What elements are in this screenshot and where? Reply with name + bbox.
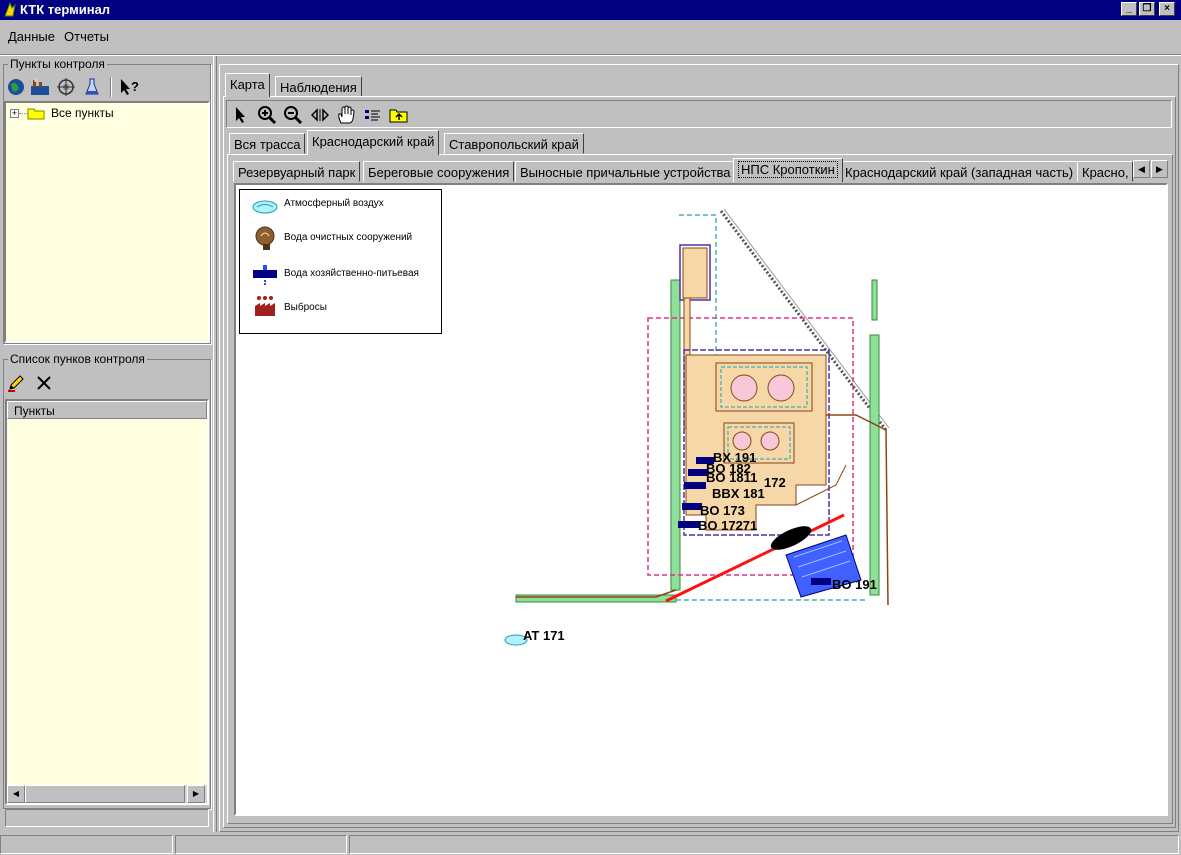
list-title: Список пунков контроля	[8, 352, 147, 366]
emissions-icon	[254, 294, 276, 321]
list-column-header[interactable]: Пункты	[7, 401, 207, 419]
help-cursor-icon[interactable]: ?	[118, 76, 140, 98]
folder-icon	[27, 106, 45, 123]
treated-water-icon	[254, 226, 276, 255]
window-title: КТК терминал	[20, 2, 111, 17]
globe-icon[interactable]	[5, 76, 27, 98]
air-icon	[252, 199, 278, 218]
tabs-scroll-left[interactable]: ◀	[1133, 160, 1150, 178]
map-label-bo173[interactable]: BO 173	[700, 503, 745, 518]
tab-offshore-mooring[interactable]: Выносные причальные устройства	[515, 161, 736, 182]
scroll-left-button[interactable]: ◀	[7, 785, 25, 803]
close-button[interactable]: ×	[1159, 2, 1175, 16]
restore-button[interactable]: ❐	[1139, 2, 1155, 16]
toolbar-separator	[110, 77, 112, 97]
map-label-at171[interactable]: AT 171	[523, 628, 565, 643]
map-label-bo1811[interactable]: BO 1811	[706, 470, 757, 485]
svg-text:?: ?	[131, 79, 139, 94]
map-label-bo17271[interactable]: BO 17271	[698, 518, 757, 533]
pan-arrows-icon[interactable]	[309, 104, 331, 126]
left-status-box	[5, 809, 209, 827]
title-bar: КТК терминал _ ❐ ×	[0, 0, 1181, 20]
tab-coastal-facilities[interactable]: Береговые сооружения	[363, 161, 515, 182]
status-panel-1	[0, 835, 173, 854]
legend-air: Атмосферный воздух	[284, 198, 384, 209]
map-legend: Атмосферный воздух Вода очистных сооруже…	[239, 189, 442, 334]
tab-observations[interactable]: Наблюдения	[275, 76, 362, 97]
tabs-scroll-right[interactable]: ▶	[1151, 160, 1168, 178]
menu-divider	[0, 54, 1181, 56]
drinking-water-icon	[252, 262, 278, 289]
legend-treated-water: Вода очистных сооружений	[284, 232, 413, 243]
tab-map[interactable]: Карта	[225, 73, 270, 97]
tab-krasnodar-region[interactable]: Краснодарский край	[307, 130, 440, 155]
delete-x-icon[interactable]	[33, 372, 55, 394]
menu-reports[interactable]: Отчеты	[64, 29, 109, 44]
points-list[interactable]: Пункты ◀ ▶	[5, 399, 209, 805]
tree-root-label[interactable]: Все пункты	[51, 106, 114, 120]
minimize-button[interactable]: _	[1121, 2, 1137, 16]
zoom-in-icon[interactable]	[256, 104, 278, 126]
menu-data[interactable]: Данные	[8, 29, 55, 44]
list-column-label: Пункты	[14, 404, 55, 418]
hand-icon[interactable]	[335, 104, 357, 126]
flask-icon[interactable]	[81, 76, 103, 98]
control-points-tree[interactable]: + Все пункты	[4, 101, 210, 343]
tab-krasnodar-more[interactable]: Красно,	[1077, 161, 1133, 182]
tab-kropotkin-station[interactable]: НПС Кропоткин	[733, 158, 843, 182]
folder-up-icon[interactable]	[388, 104, 410, 126]
map-label-bbx181[interactable]: BBX 181	[712, 486, 765, 501]
map-label-172[interactable]: 172	[764, 475, 786, 490]
tree-connector	[19, 113, 27, 114]
tab-krasnodar-west[interactable]: Краснодарский край (западная часть)	[840, 161, 1079, 182]
vertical-splitter[interactable]	[213, 56, 217, 832]
tab-entire-route[interactable]: Вся трасса	[229, 133, 306, 154]
legend-emissions: Выбросы	[284, 302, 327, 313]
factory-icon[interactable]	[29, 76, 51, 98]
status-panel-3	[349, 835, 1179, 854]
tab-stavropol-region[interactable]: Ставропольский край	[444, 133, 584, 154]
legend-drinking-water: Вода хозяйственно-питьевая	[284, 268, 419, 279]
control-points-title: Пункты контроля	[8, 57, 107, 71]
expand-icon[interactable]: +	[10, 109, 19, 118]
pointer-icon[interactable]	[230, 104, 252, 126]
status-panel-2	[175, 835, 347, 854]
map-label-bo191[interactable]: BO 191	[832, 577, 877, 592]
zoom-out-icon[interactable]	[282, 104, 304, 126]
target-icon[interactable]	[55, 76, 77, 98]
scroll-right-button[interactable]: ▶	[187, 785, 205, 803]
scroll-thumb[interactable]	[25, 785, 185, 803]
map-canvas[interactable]: Атмосферный воздух Вода очистных сооруже…	[234, 183, 1168, 816]
edit-pencil-icon[interactable]	[5, 372, 27, 394]
app-icon	[3, 1, 17, 17]
horizontal-scrollbar[interactable]: ◀ ▶	[7, 785, 207, 803]
legend-list-icon[interactable]	[362, 104, 384, 126]
tab-tank-farm[interactable]: Резервуарный парк	[233, 161, 361, 182]
